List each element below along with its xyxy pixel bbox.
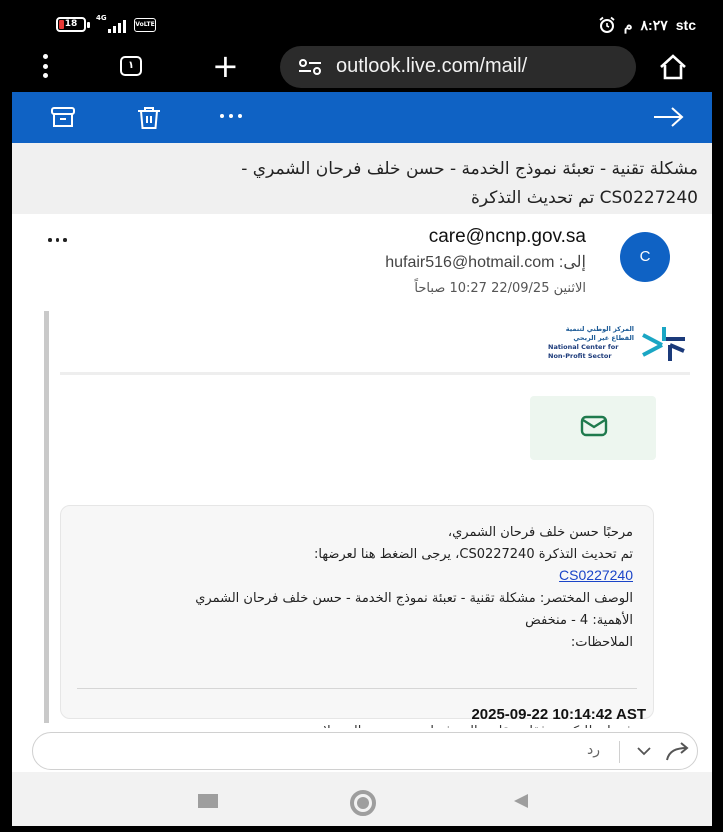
notes-label: الملاحظات: [570, 635, 633, 650]
logo-arabic-line-1: المركز الوطني لتنمية [565, 325, 634, 333]
phone-screen: 18 4G VoLTE م ٨:٢٧ stc ١ + outlook.live.… [12, 8, 712, 826]
reply-separator [619, 741, 620, 763]
battery-tip [87, 22, 90, 28]
ticket-divider [77, 688, 637, 689]
to-label: إلى: [558, 254, 586, 271]
chevron-down-icon[interactable] [637, 746, 651, 756]
ticket-link[interactable]: CS0227240 [559, 567, 633, 583]
tab-switcher-button[interactable]: ١ [120, 56, 142, 76]
trash-icon[interactable] [136, 105, 162, 131]
carrier: stc [675, 17, 696, 33]
sender-address[interactable]: care@ncnp.gov.sa [429, 226, 586, 248]
subject-line-2: CS0227240 تم تحديث التذكرة [470, 188, 698, 208]
greeting: مرحبًا حسن خلف فرحان الشمري، [447, 525, 633, 540]
new-tab-button[interactable]: + [212, 46, 239, 86]
short-description: الوصف المختصر: مشكلة تقنية - تعبئة نموذج… [195, 591, 633, 606]
browser-menu-icon[interactable] [42, 54, 48, 78]
update-timestamp: 2025-09-22 10:14:42 AST [471, 706, 646, 723]
ncnp-logo-icon [642, 327, 685, 361]
browser-toolbar: ١ + outlook.live.com/mail/ [12, 42, 712, 92]
recipient-address[interactable]: hufair516@hotmail.com [385, 254, 554, 271]
ticket-details: مرحبًا حسن خلف فرحان الشمري، تم تحديث ال… [73, 522, 633, 654]
battery-icon: 18 [56, 17, 86, 32]
more-icon[interactable] [220, 114, 242, 118]
envelope-icon [580, 415, 608, 437]
ncnp-logo-panel: المركز الوطني لتنمية القطاع غير الربحي N… [60, 311, 690, 375]
email-subject: مشكلة تقنية - تعبئة نموذج الخدمة - حسن خ… [12, 143, 712, 214]
clock: ٨:٢٧ [640, 16, 668, 33]
address-bar[interactable]: outlook.live.com/mail/ [280, 46, 636, 88]
update-text: تم تحديث التذكرة CS0227240، يرجى الضغط ه… [314, 547, 633, 562]
reply-arrow-icon[interactable] [665, 742, 691, 762]
ticket-card: مرحبًا حسن خلف فرحان الشمري، تم تحديث ال… [60, 505, 654, 719]
battery-level: 18 [64, 19, 78, 29]
priority: الأهمية: 4 - منخفض [525, 613, 633, 628]
status-bar: 18 4G VoLTE م ٨:٢٧ stc [12, 8, 712, 42]
mail-toolbar [12, 92, 712, 143]
home-icon[interactable] [658, 54, 688, 80]
recipient-line: إلى: hufair516@hotmail.com [385, 252, 586, 272]
message-more-icon[interactable] [48, 238, 67, 242]
home-button[interactable] [350, 790, 376, 816]
reply-bar: رد [12, 728, 712, 772]
reply-box[interactable]: رد [32, 732, 698, 770]
archive-icon[interactable] [50, 105, 76, 129]
sender-header: care@ncnp.gov.sa إلى: hufair516@hotmail.… [12, 214, 712, 306]
mail-icon-card [530, 396, 656, 460]
status-right: م ٨:٢٧ stc [598, 16, 696, 34]
quote-border [44, 311, 49, 723]
logo-english-line-2: Non-Profit Sector [548, 352, 612, 360]
signal-icon [108, 20, 126, 33]
ncnp-logo-text: المركز الوطني لتنمية القطاع غير الربحي N… [548, 325, 634, 361]
system-nav-bar [12, 772, 712, 826]
url-text: outlook.live.com/mail/ [336, 55, 528, 77]
alarm-icon [599, 16, 615, 33]
subject-line-1: مشكلة تقنية - تعبئة نموذج الخدمة - حسن خ… [241, 159, 698, 179]
sender-avatar[interactable]: C [620, 232, 670, 282]
site-settings-icon[interactable] [298, 59, 322, 75]
network-type: 4G [96, 14, 107, 22]
reply-label[interactable]: رد [587, 742, 600, 758]
am-pm: م [623, 16, 633, 33]
sent-date: الاثنين 22/09/25 10:27 صباحاً [414, 281, 586, 296]
logo-arabic-line-2: القطاع غير الربحي [573, 334, 634, 342]
recents-button[interactable] [198, 794, 218, 808]
logo-english-line-1: National Center for [548, 343, 619, 351]
arrow-right-icon[interactable] [652, 105, 686, 129]
back-button[interactable] [512, 792, 530, 810]
volte-badge: VoLTE [134, 18, 156, 32]
